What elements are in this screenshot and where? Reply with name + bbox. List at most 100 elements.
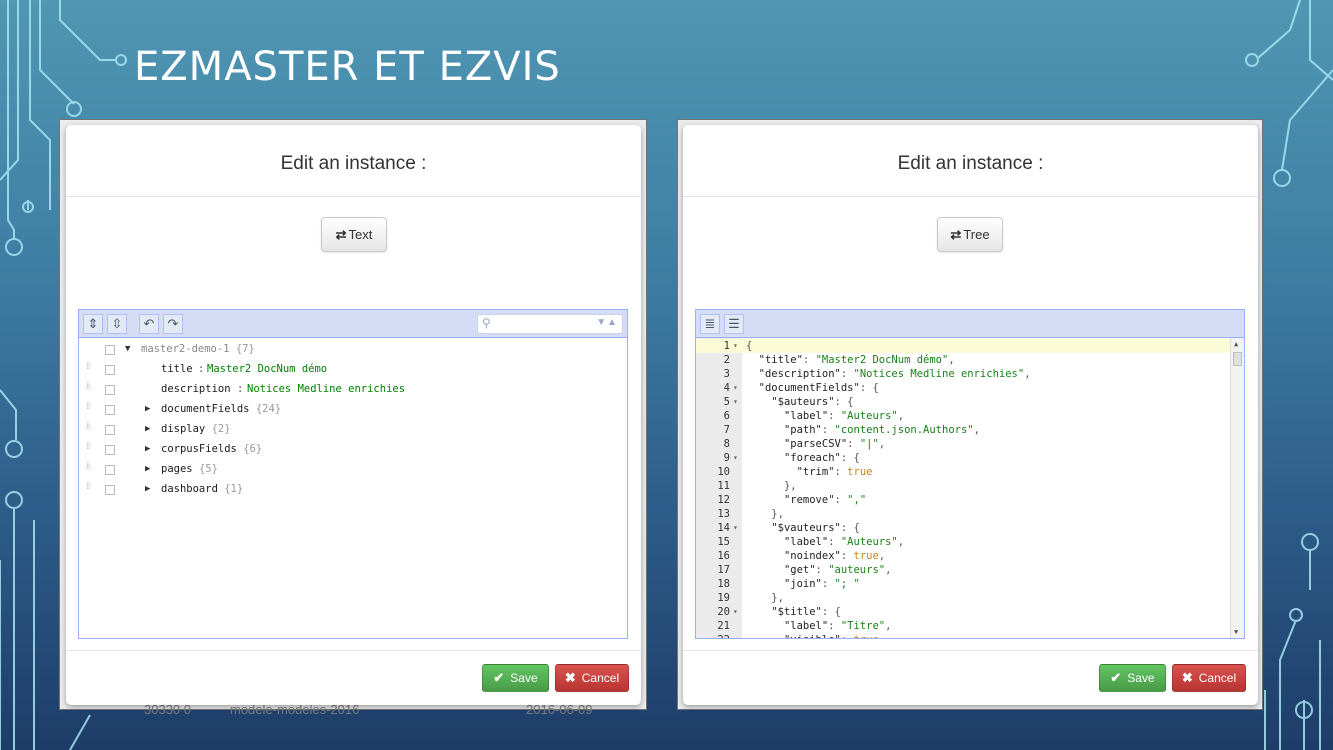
code-line[interactable]: 5 ▾ "$auteurs": { (696, 395, 1230, 409)
tree-row[interactable]: ⁞⁞ description : Notices Medline enrichi… (79, 380, 627, 400)
object-key[interactable]: dashboard {1} (161, 483, 243, 495)
field-value[interactable]: Master2 DocNum démo (207, 363, 327, 375)
search-nav-icon[interactable]: ▼▲ (596, 317, 618, 328)
row-checkbox[interactable] (105, 385, 115, 395)
text-mode-label: Text (348, 227, 373, 242)
code-text: "trim": true (796, 466, 873, 478)
save-button[interactable]: ✔ Save (482, 664, 549, 692)
collapsed-icon[interactable]: ▶ (145, 484, 150, 494)
drag-handle-icon[interactable]: ⁞⁞ (86, 422, 94, 436)
code-line[interactable]: 22 "visible": true, (696, 633, 1230, 638)
object-key[interactable]: documentFields {24} (161, 403, 281, 415)
code-text: "$vauteurs": { (771, 522, 860, 534)
code-area[interactable]: ▲ ▼ 1 ▾{2 "title": "Master2 DocNum démo",… (696, 338, 1244, 638)
object-key[interactable]: display {2} (161, 423, 231, 435)
fold-icon[interactable]: ▾ (733, 605, 738, 619)
row-checkbox[interactable] (105, 345, 115, 355)
fold-icon[interactable]: ▾ (733, 451, 738, 465)
scrollbar[interactable]: ▲ ▼ (1230, 338, 1244, 638)
object-key[interactable]: corpusFields {6} (161, 443, 262, 455)
row-checkbox[interactable] (105, 485, 115, 495)
line-number: 5 (723, 396, 730, 408)
code-line[interactable]: 21 "label": "Titre", (696, 619, 1230, 633)
scroll-thumb[interactable] (1233, 352, 1242, 366)
tree-mode-button[interactable]: ⇄ Tree (937, 217, 1003, 252)
tree-row[interactable]: ⁞⁞ title : Master2 DocNum démo (79, 360, 627, 380)
expand-all-icon[interactable]: ⇕ (83, 314, 103, 334)
code-line[interactable]: 4 ▾ "documentFields": { (696, 381, 1230, 395)
fold-icon[interactable]: ▾ (733, 381, 738, 395)
code-text: }, (771, 592, 784, 604)
code-line[interactable]: 13 }, (696, 507, 1230, 521)
search-icon: ⚲ (482, 316, 491, 330)
code-line[interactable]: 7 "path": "content.json.Authors", (696, 423, 1230, 437)
fold-icon[interactable]: ▾ (733, 395, 738, 409)
tree-row[interactable]: ⁞⁞ ▶ pages {5} (79, 460, 627, 480)
field-value[interactable]: Notices Medline enrichies (247, 383, 405, 395)
code-line[interactable]: 3 "description": "Notices Medline enrich… (696, 367, 1230, 381)
modal-title: Edit an instance : (66, 125, 641, 197)
root-label: master2-demo-1 {7} (141, 343, 255, 355)
drag-handle-icon[interactable]: ⁞⁞ (86, 382, 94, 396)
code-line[interactable]: 18 "join": "; " (696, 577, 1230, 591)
line-number: 8 (723, 438, 730, 450)
tree-row[interactable]: ⁞⁞ ▶ documentFields {24} (79, 400, 627, 420)
code-line[interactable]: 15 "label": "Auteurs", (696, 535, 1230, 549)
save-label: Save (510, 671, 538, 685)
fold-icon[interactable]: ▾ (733, 339, 738, 353)
code-line[interactable]: 14 ▾ "$vauteurs": { (696, 521, 1230, 535)
row-checkbox[interactable] (105, 465, 115, 475)
drag-handle-icon[interactable]: ⁞⁞ (86, 402, 94, 416)
text-mode-button[interactable]: ⇄ Text (321, 217, 387, 252)
object-key[interactable]: pages {5} (161, 463, 218, 475)
drag-handle-icon[interactable]: ⁞⁞ (86, 442, 94, 456)
scroll-down-icon[interactable]: ▼ (1234, 628, 1238, 636)
undo-icon[interactable]: ↶ (139, 314, 159, 334)
code-line[interactable]: 1 ▾ { (696, 339, 1230, 353)
expanded-icon[interactable]: ▼ (125, 344, 130, 354)
row-checkbox[interactable] (105, 365, 115, 375)
line-number: 22 (696, 633, 730, 638)
tree-row[interactable]: ⁞⁞ ▶ dashboard {1} (79, 480, 627, 500)
tree-row[interactable]: ⁞⁞ ▶ corpusFields {6} (79, 440, 627, 460)
fold-icon[interactable]: ▾ (733, 521, 738, 535)
search-input[interactable]: ⚲ ▼▲ (477, 314, 623, 334)
scroll-up-icon[interactable]: ▲ (1234, 340, 1238, 348)
collapse-all-icon[interactable]: ⇳ (107, 314, 127, 334)
row-checkbox[interactable] (105, 445, 115, 455)
code-line[interactable]: 11 }, (696, 479, 1230, 493)
check-icon: ✔ (493, 670, 505, 685)
code-line[interactable]: 19 }, (696, 591, 1230, 605)
drag-handle-icon[interactable]: ⁞⁞ (86, 462, 94, 476)
code-line[interactable]: 2 "title": "Master2 DocNum démo", (696, 353, 1230, 367)
line-number: 11 (717, 480, 730, 492)
cancel-button[interactable]: ✖ Cancel (555, 664, 629, 692)
row-checkbox[interactable] (105, 405, 115, 415)
save-button[interactable]: ✔ Save (1099, 664, 1166, 692)
cancel-button[interactable]: ✖ Cancel (1172, 664, 1246, 692)
code-line[interactable]: 6 "label": "Auteurs", (696, 409, 1230, 423)
redo-icon[interactable]: ↷ (163, 314, 183, 334)
tree-view: ▼ master2-demo-1 {7} ⁞⁞ title : Master2 … (79, 338, 627, 638)
tree-row[interactable]: ⁞⁞ ▶ display {2} (79, 420, 627, 440)
field-key[interactable]: title (161, 363, 193, 375)
drag-handle-icon[interactable]: ⁞⁞ (86, 362, 94, 376)
line-number: 19 (717, 592, 730, 604)
code-line[interactable]: 8 "parseCSV": "|", (696, 437, 1230, 451)
row-checkbox[interactable] (105, 425, 115, 435)
compact-json-icon[interactable]: ☰ (724, 314, 744, 334)
drag-handle-icon[interactable]: ⁞⁞ (86, 482, 94, 496)
code-line[interactable]: 9 ▾ "foreach": { (696, 451, 1230, 465)
code-line[interactable]: 12 "remove": "," (696, 493, 1230, 507)
code-line[interactable]: 10 "trim": true (696, 465, 1230, 479)
code-line[interactable]: 17 "get": "auteurs", (696, 563, 1230, 577)
collapsed-icon[interactable]: ▶ (145, 424, 150, 434)
code-line[interactable]: 16 "noindex": true, (696, 549, 1230, 563)
tree-root-row[interactable]: ▼ master2-demo-1 {7} (79, 340, 627, 360)
collapsed-icon[interactable]: ▶ (145, 404, 150, 414)
code-line[interactable]: 20 ▾ "$title": { (696, 605, 1230, 619)
collapsed-icon[interactable]: ▶ (145, 444, 150, 454)
collapsed-icon[interactable]: ▶ (145, 464, 150, 474)
format-json-icon[interactable]: ≣ (700, 314, 720, 334)
field-key[interactable]: description (161, 383, 231, 395)
